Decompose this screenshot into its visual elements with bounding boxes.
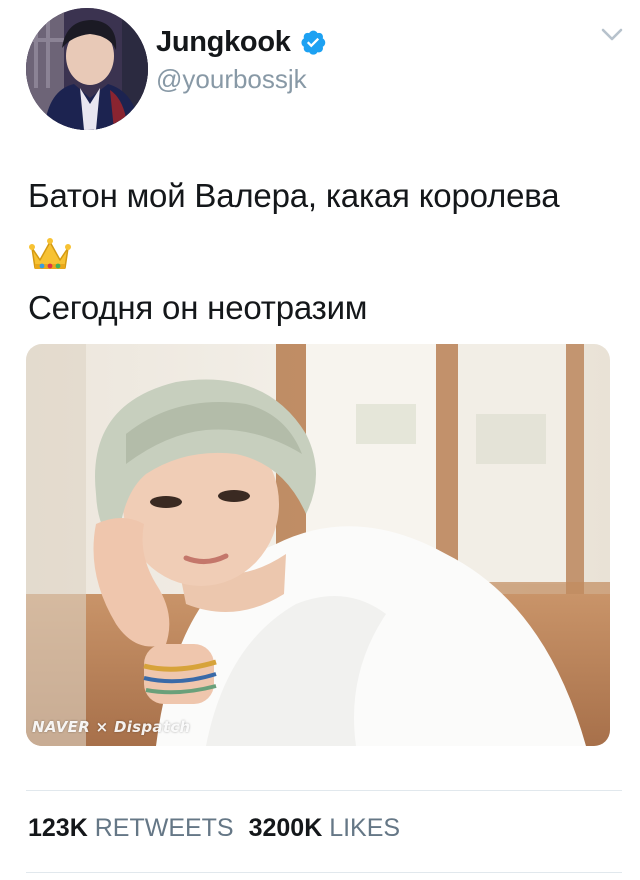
crown-emoji-icon: [28, 234, 72, 274]
user-handle[interactable]: @yourbossjk: [156, 64, 307, 95]
display-name[interactable]: Jungkook: [156, 26, 291, 59]
verified-badge-icon: [299, 28, 327, 56]
photo-illustration: [26, 344, 610, 746]
tweet-photo[interactable]: NAVER × Dispatch: [26, 344, 610, 746]
photo-watermark: NAVER × Dispatch: [32, 718, 191, 736]
likes-count[interactable]: 3200K: [249, 814, 323, 842]
name-row: Jungkook: [156, 24, 327, 60]
tweet-text: Батон мой Валера, какая королева Сегодня…: [28, 168, 628, 336]
chevron-down-icon[interactable]: [600, 26, 624, 44]
engagement-stats: 123K RETWEETS 3200K LIKES: [28, 814, 400, 843]
likes-label[interactable]: LIKES: [329, 814, 400, 842]
avatar[interactable]: [26, 8, 148, 130]
tweet-card: Jungkook @yourbossjk Батон мой Валера, к…: [0, 0, 640, 880]
tweet-text-line-2: [28, 224, 628, 280]
retweets-label[interactable]: RETWEETS: [95, 814, 234, 842]
tweet-text-line-1: Батон мой Валера, какая королева: [28, 177, 560, 214]
retweets-count[interactable]: 123K: [28, 814, 88, 842]
tweet-text-line-3: Сегодня он неотразим: [28, 289, 368, 326]
divider-bottom: [26, 872, 622, 873]
avatar-photo: [26, 8, 148, 130]
divider-top: [26, 790, 622, 791]
